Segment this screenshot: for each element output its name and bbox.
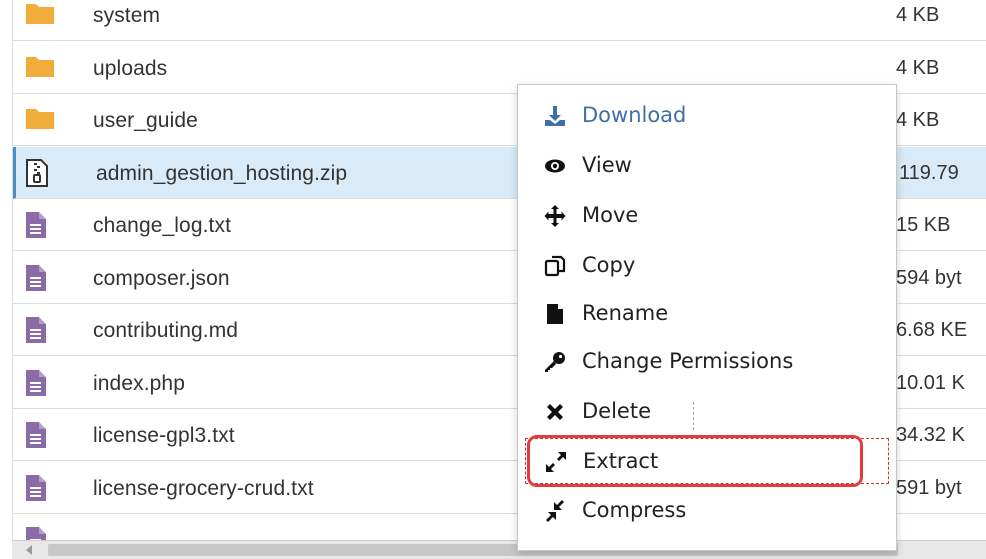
- menu-item-download[interactable]: Download: [518, 93, 896, 139]
- file-manager-viewport: system 4 KB uploads 4 KB user_guide 4 KB admin…: [0, 0, 986, 559]
- file-size: 6.68 KE: [896, 319, 968, 341]
- menu-item-compress[interactable]: Compress: [518, 488, 896, 534]
- menu-item-label: View: [582, 153, 632, 177]
- folder-icon: [25, 1, 55, 27]
- menu-item-label: Move: [582, 203, 639, 227]
- menu-item-change-permissions[interactable]: Change Permissions: [518, 339, 896, 385]
- expand-icon: [545, 451, 567, 473]
- zip-file-icon: [25, 158, 55, 187]
- menu-item-label: Delete: [582, 399, 651, 423]
- menu-item-extract[interactable]: Extract: [525, 438, 889, 484]
- document-icon: [25, 421, 55, 448]
- file-name[interactable]: system: [93, 4, 160, 28]
- download-icon: [544, 105, 566, 127]
- file-name[interactable]: contributing.md: [93, 319, 238, 343]
- folder-icon: [25, 106, 55, 132]
- key-icon: [544, 351, 566, 373]
- file-size: 10.01 K: [896, 371, 965, 394]
- close-icon: [544, 401, 566, 423]
- document-icon: [25, 526, 55, 540]
- menu-item-view[interactable]: View: [518, 143, 896, 189]
- file-name[interactable]: composer.json: [93, 267, 230, 291]
- menu-item-label: Change Permissions: [582, 349, 794, 373]
- file-name[interactable]: license-gpl3.txt: [93, 424, 235, 448]
- file-size: 15 KB: [896, 214, 951, 236]
- file-size: 4 KB: [896, 109, 940, 131]
- eye-icon: [544, 155, 566, 177]
- file-name[interactable]: admin_gestion_hosting.zip: [96, 162, 347, 186]
- menu-item-rename[interactable]: Rename: [518, 291, 896, 337]
- document-icon: [25, 316, 55, 343]
- folder-icon: [25, 54, 55, 80]
- file-size: 4 KB: [896, 4, 940, 26]
- file-size: 591 byt: [896, 476, 962, 499]
- document-icon: [25, 474, 55, 501]
- move-icon: [544, 205, 566, 227]
- context-menu: Download View Move Copy Rename Change Permiss…: [517, 84, 897, 551]
- document-icon: [25, 264, 55, 291]
- document-icon: [25, 211, 55, 238]
- file-name[interactable]: change_log.txt: [93, 214, 231, 238]
- menu-item-label: Extract: [583, 449, 659, 473]
- file-name[interactable]: user_guide: [93, 109, 198, 133]
- file-name[interactable]: index.php: [93, 372, 185, 396]
- file-icon: [544, 303, 566, 325]
- file-size: 119.79: [899, 161, 959, 184]
- document-icon: [25, 369, 55, 396]
- menu-item-label: Compress: [582, 498, 687, 522]
- copy-icon: [544, 255, 566, 277]
- menu-item-copy[interactable]: Copy: [518, 243, 896, 289]
- file-name[interactable]: license-grocery-crud.txt: [93, 477, 314, 501]
- file-size: 34.32 K: [896, 424, 965, 446]
- menu-item-move[interactable]: Move: [518, 193, 896, 239]
- compress-icon: [544, 500, 566, 522]
- menu-item-delete[interactable]: Delete: [518, 389, 896, 435]
- file-size: 4 KB: [896, 56, 940, 79]
- divider: [693, 402, 694, 430]
- file-name[interactable]: uploads: [93, 57, 167, 81]
- menu-item-label: Rename: [582, 301, 669, 325]
- menu-item-label: Download: [582, 103, 687, 127]
- file-size: 594 byt: [896, 266, 962, 289]
- scroll-left-arrow-icon[interactable]: [26, 545, 32, 555]
- file-row[interactable]: system 4 KB: [13, 0, 986, 41]
- menu-item-label: Copy: [582, 253, 636, 277]
